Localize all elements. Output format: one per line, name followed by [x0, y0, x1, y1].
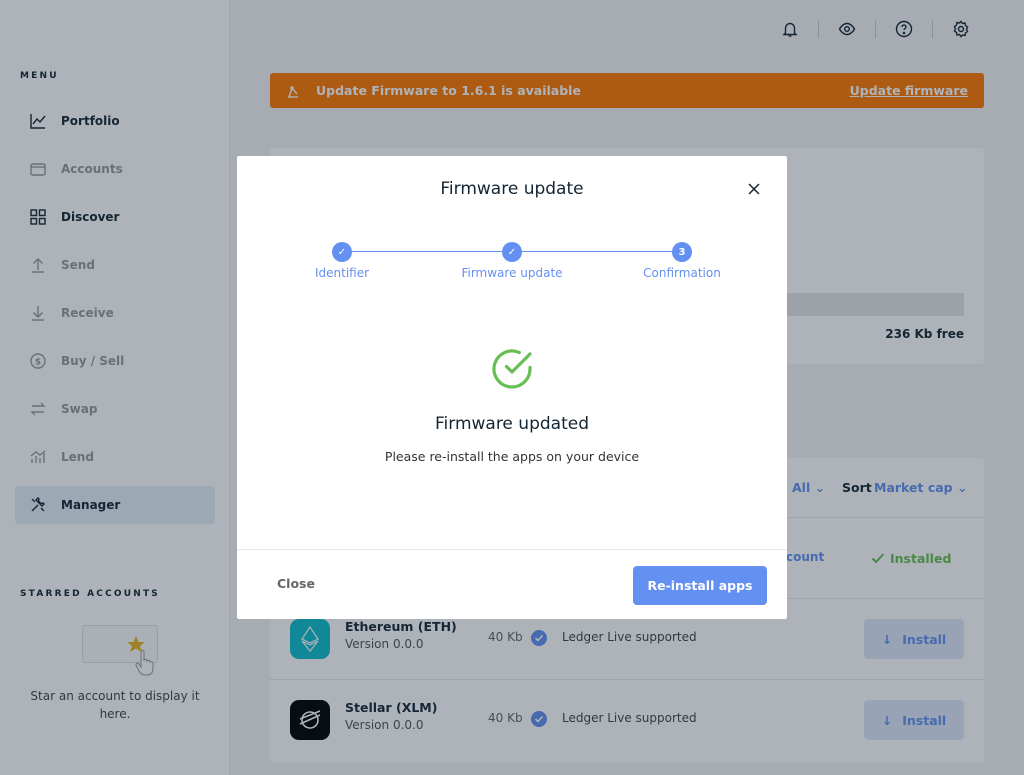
- modal-footer-divider: [237, 549, 787, 550]
- firmware-update-modal: Firmware update ✓ ✓ 3 Identifier Firmwar…: [237, 156, 787, 619]
- close-icon[interactable]: [745, 180, 763, 198]
- success-check-icon: [490, 347, 534, 391]
- close-button[interactable]: Close: [277, 576, 315, 591]
- step-3-label: Confirmation: [643, 266, 721, 280]
- modal-title: Firmware update: [440, 179, 584, 199]
- step-1-label: Identifier: [314, 266, 370, 280]
- success-subtitle: Please re-install the apps on your devic…: [384, 449, 640, 464]
- step-2-dot: ✓: [502, 242, 522, 262]
- step-1-dot: ✓: [332, 242, 352, 262]
- step-3-dot: 3: [672, 242, 692, 262]
- reinstall-apps-button[interactable]: Re-install apps: [633, 566, 767, 605]
- step-2-label: Firmware update: [461, 266, 563, 280]
- success-title: Firmware updated: [434, 414, 589, 434]
